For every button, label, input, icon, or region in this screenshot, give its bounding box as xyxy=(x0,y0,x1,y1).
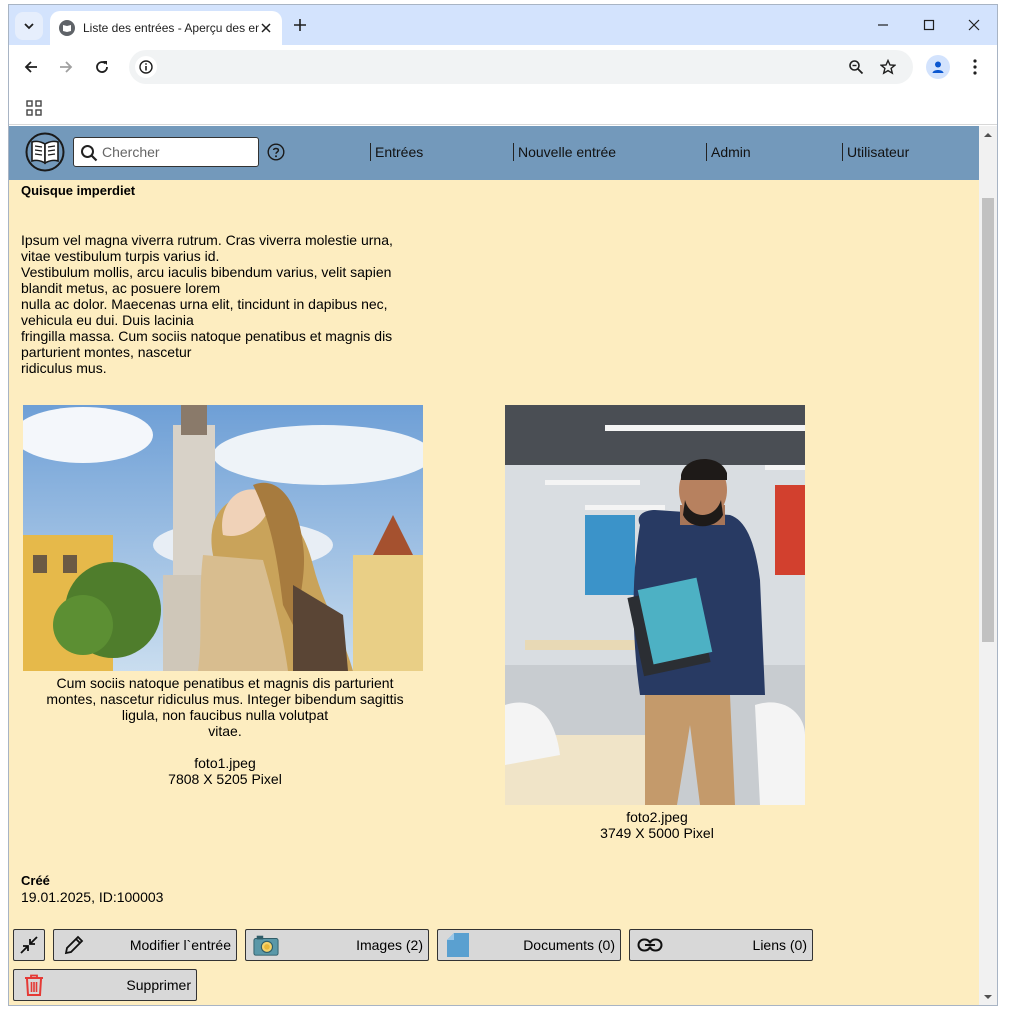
entry-body-line: vehicula eu dui. Duis lacinia xyxy=(21,312,194,328)
nav-link-admin[interactable]: Admin xyxy=(706,143,751,161)
profile-avatar-icon[interactable] xyxy=(926,55,950,79)
delete-label: Supprimer xyxy=(126,977,191,993)
browser-window: Liste des entrées - Aperçu des entrées xyxy=(8,4,998,1006)
image-1-dimensions: 7808 X 5205 Pixel xyxy=(168,771,282,787)
site-info-icon[interactable] xyxy=(135,56,157,78)
links-button[interactable]: Liens (0) xyxy=(629,929,813,961)
caption-line: montes, nascetur ridiculus mus. Integer … xyxy=(46,691,404,707)
site-navbar: Entrées Nouvelle entrée Admin Utilisateu… xyxy=(9,126,979,180)
delete-button[interactable]: Supprimer xyxy=(13,969,197,1001)
reload-icon xyxy=(96,61,108,73)
entry-body-line: parturient montes, nascetur xyxy=(21,344,192,360)
image-2-filename: foto2.jpeg xyxy=(626,809,688,825)
tab-title: Liste des entrées - Aperçu des entrées xyxy=(83,21,259,35)
arrow-left-icon xyxy=(24,61,37,73)
search-input[interactable] xyxy=(102,141,252,163)
back-button[interactable] xyxy=(18,54,44,80)
entry-image-1[interactable] xyxy=(23,405,423,671)
close-window-button[interactable] xyxy=(962,13,986,37)
created-value: 19.01.2025, ID:100003 xyxy=(21,889,164,905)
browser-tab-active[interactable]: Liste des entrées - Aperçu des entrées xyxy=(50,11,282,45)
links-label: Liens (0) xyxy=(752,937,807,953)
image-2-dimensions: 3749 X 5000 Pixel xyxy=(600,825,714,841)
reload-button[interactable] xyxy=(89,54,115,80)
image-2-caption: foto2.jpeg 3749 X 5000 Pixel xyxy=(505,809,809,841)
bookmarks-bar xyxy=(9,89,997,125)
book-logo-icon[interactable] xyxy=(25,132,65,172)
search-box[interactable] xyxy=(73,137,259,167)
nav-link-entries[interactable]: Entrées xyxy=(370,143,423,161)
documents-label: Documents (0) xyxy=(523,937,615,953)
scroll-up-arrow-icon[interactable] xyxy=(984,131,992,139)
zoom-icon[interactable] xyxy=(845,56,867,78)
nav-link-user[interactable]: Utilisateur xyxy=(842,143,909,161)
caption-line: Cum sociis natoque penatibus et magnis d… xyxy=(56,675,394,691)
new-tab-button[interactable] xyxy=(289,14,311,36)
plus-icon xyxy=(294,19,306,31)
search-icon xyxy=(81,145,98,162)
created-label: Créé xyxy=(21,873,50,888)
browser-toolbar xyxy=(9,45,997,89)
collapse-arrows-icon xyxy=(20,936,38,954)
arrow-right-icon xyxy=(60,61,73,73)
forward-button[interactable] xyxy=(53,54,79,80)
page-content: Entrées Nouvelle entrée Admin Utilisateu… xyxy=(9,126,979,1005)
scroll-down-arrow-icon[interactable] xyxy=(984,993,992,1001)
entry-body-line: nulla ac dolor. Maecenas urna elit, tinc… xyxy=(21,296,388,312)
images-label: Images (2) xyxy=(356,937,423,953)
apps-grid-icon[interactable] xyxy=(25,99,43,117)
entry-title: Quisque imperdiet xyxy=(21,183,136,198)
documents-button[interactable]: Documents (0) xyxy=(437,929,621,961)
browser-menu-icon[interactable] xyxy=(965,55,985,79)
page-scrollbar[interactable] xyxy=(979,126,997,1005)
scroll-thumb[interactable] xyxy=(982,198,994,642)
address-bar[interactable] xyxy=(129,50,913,84)
entry-body-line: fringilla massa. Cum sociis natoque pena… xyxy=(21,328,393,344)
caption-line: vitae. xyxy=(208,723,242,739)
maximize-window-button[interactable] xyxy=(917,13,941,37)
caption-line: ligula, non faucibus nulla volutpat xyxy=(121,707,329,723)
close-tab-icon[interactable] xyxy=(258,20,274,36)
document-icon xyxy=(445,933,471,957)
chevron-down-icon xyxy=(24,23,34,30)
maximize-icon xyxy=(923,19,935,31)
camera-icon xyxy=(253,933,279,957)
minimize-icon xyxy=(878,24,888,26)
edit-entry-label: Modifier l`entrée xyxy=(129,937,231,953)
entry-body: Ipsum vel magna viverra rutrum. Cras viv… xyxy=(21,232,421,376)
tab-strip: Liste des entrées - Aperçu des entrées xyxy=(9,5,997,45)
entry-body-line: blandit metus, ac posuere lorem xyxy=(21,280,221,296)
tab-search-button[interactable] xyxy=(15,12,43,40)
images-button[interactable]: Images (2) xyxy=(245,929,429,961)
entry-body-line: ridiculus mus. xyxy=(21,360,107,376)
minimize-window-button[interactable] xyxy=(871,13,895,37)
book-favicon-icon xyxy=(59,20,75,36)
collapse-button[interactable] xyxy=(13,929,45,961)
trash-icon xyxy=(21,973,47,997)
link-chain-icon xyxy=(637,933,663,957)
entry-body-line: Vestibulum mollis, arcu iaculis bibendum… xyxy=(21,264,392,280)
image-1-filename: foto1.jpeg xyxy=(194,755,256,771)
help-question-icon[interactable] xyxy=(267,143,285,161)
image-1-caption: Cum sociis natoque penatibus et magnis d… xyxy=(23,675,427,787)
entry-body-line: Ipsum vel magna viverra rutrum. Cras viv… xyxy=(21,232,393,248)
entry-body-line: vitae vestibulum turpis varius id. xyxy=(21,248,220,264)
nav-link-new-entry[interactable]: Nouvelle entrée xyxy=(513,143,616,161)
entry-image-2[interactable] xyxy=(505,405,805,805)
pencil-icon xyxy=(61,933,87,957)
edit-entry-button[interactable]: Modifier l`entrée xyxy=(53,929,237,961)
close-icon xyxy=(968,19,980,31)
bookmark-star-icon[interactable] xyxy=(877,56,899,78)
